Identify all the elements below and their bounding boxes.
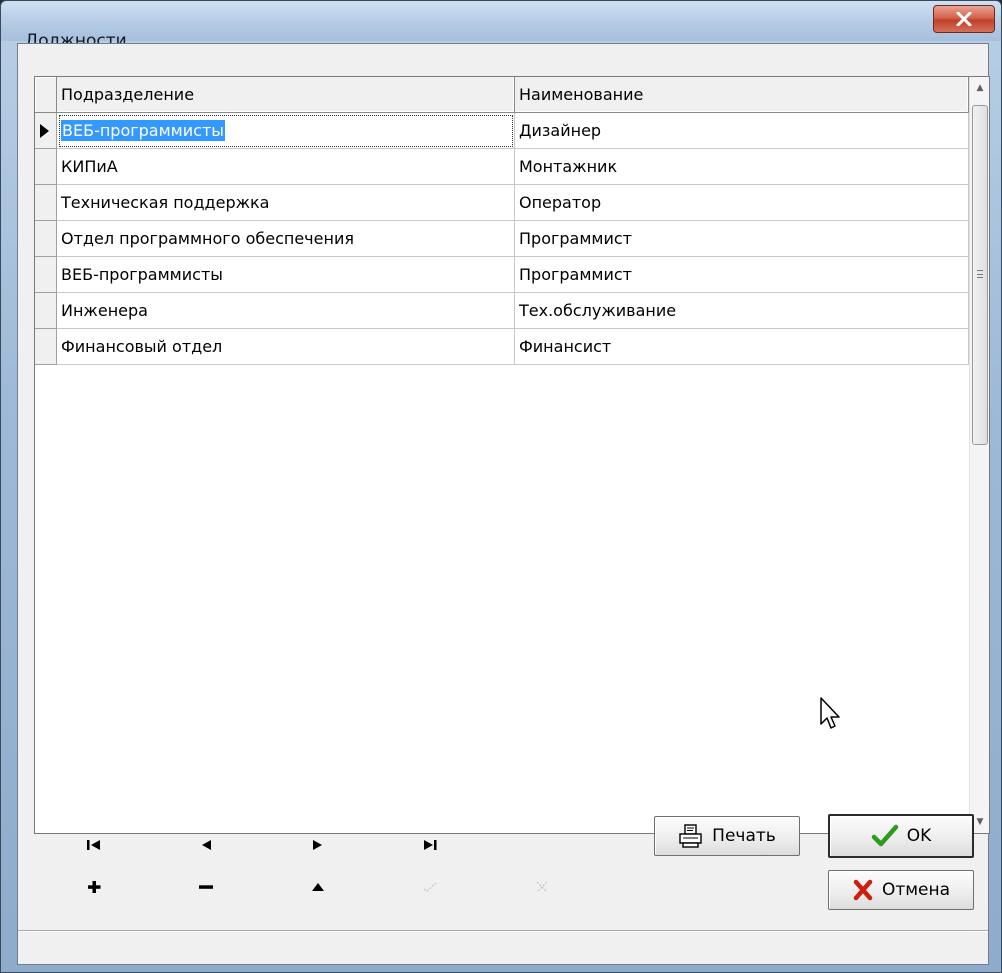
row-indicator-cell[interactable]	[35, 221, 57, 257]
minus-icon	[199, 885, 213, 889]
table-row[interactable]: ВЕБ-программисты Программист	[35, 257, 969, 293]
cell-department[interactable]: ВЕБ-программисты	[57, 257, 515, 293]
nav-insert-button[interactable]	[74, 872, 114, 902]
cell-name-text: Монтажник	[519, 157, 618, 176]
x-icon	[536, 881, 548, 893]
grid-table: Подразделение Наименование ВЕБ-программи…	[35, 77, 969, 365]
cell-name-text: Финансист	[519, 337, 612, 356]
column-header-name[interactable]: Наименование	[515, 77, 969, 113]
table-row[interactable]: Инженера Тех.обслуживание	[35, 293, 969, 329]
row-indicator-cell[interactable]	[35, 293, 57, 329]
nav-next-button[interactable]	[298, 830, 338, 860]
cell-department[interactable]: Инженера	[57, 293, 515, 329]
table-row[interactable]: КИПиА Монтажник	[35, 149, 969, 185]
nav-cancel-button[interactable]	[522, 872, 562, 902]
cell-department-text: Отдел программного обеспечения	[61, 229, 354, 248]
cell-name[interactable]: Программист	[515, 257, 969, 293]
title-bar[interactable]: Должности	[1, 1, 1001, 51]
ok-button-label: OK	[906, 826, 932, 846]
row-indicator-cell[interactable]	[35, 113, 57, 149]
cell-department[interactable]: Финансовый отдел	[57, 329, 515, 365]
nav-first-button[interactable]	[74, 830, 114, 860]
grip-icon	[977, 270, 983, 278]
column-header-department[interactable]: Подразделение	[57, 77, 515, 113]
current-row-pointer-icon	[40, 124, 49, 138]
triangle-right-icon	[313, 840, 322, 850]
skip-last-icon	[424, 840, 437, 850]
vertical-scrollbar[interactable]: ▲ ▼	[969, 77, 989, 833]
table-row[interactable]: Финансовый отдел Финансист	[35, 329, 969, 365]
cancel-button[interactable]: Отмена	[828, 870, 974, 910]
printer-icon	[679, 824, 702, 848]
scroll-thumb[interactable]	[972, 105, 988, 445]
check-icon	[423, 882, 437, 892]
row-indicator-cell[interactable]	[35, 257, 57, 293]
x-icon	[853, 879, 873, 901]
nav-prior-button[interactable]	[186, 830, 226, 860]
row-indicator-cell[interactable]	[35, 185, 57, 221]
close-button[interactable]	[933, 5, 995, 33]
scroll-up-arrow[interactable]: ▲	[970, 77, 989, 99]
grid-header-row: Подразделение Наименование	[35, 77, 969, 113]
cell-name-text: Оператор	[519, 193, 602, 212]
print-button-label: Печать	[712, 826, 776, 846]
print-button[interactable]: Печать	[654, 816, 800, 856]
nav-post-button[interactable]	[410, 872, 450, 902]
cell-department-text: Инженера	[61, 301, 148, 320]
row-indicator-cell[interactable]	[35, 149, 57, 185]
cell-name[interactable]: Оператор	[515, 185, 969, 221]
nav-edit-button[interactable]	[298, 872, 338, 902]
cell-department-text: Техническая поддержка	[61, 193, 270, 212]
cell-name[interactable]: Монтажник	[515, 149, 969, 185]
table-row[interactable]: ВЕБ-программисты Дизайнер	[35, 113, 969, 149]
check-icon	[871, 824, 898, 847]
cell-name[interactable]: Финансист	[515, 329, 969, 365]
cell-department-text: Финансовый отдел	[61, 337, 223, 356]
skip-first-icon	[87, 840, 100, 850]
close-icon	[956, 12, 972, 26]
cell-name-text: Программист	[519, 229, 632, 248]
cell-department-text: КИПиА	[61, 157, 118, 176]
triangle-left-icon	[202, 840, 211, 850]
table-row[interactable]: Техническая поддержка Оператор	[35, 185, 969, 221]
cell-department-text: ВЕБ-программисты	[61, 120, 225, 141]
cell-name[interactable]: Дизайнер	[515, 113, 969, 149]
triangle-up-icon	[312, 883, 324, 891]
table-row[interactable]: Отдел программного обеспечения Программис…	[35, 221, 969, 257]
client-area: Подразделение Наименование ВЕБ-программи…	[17, 43, 990, 965]
plus-icon	[88, 881, 101, 893]
nav-last-button[interactable]	[410, 830, 450, 860]
header-indicator-cell	[35, 77, 57, 113]
cancel-button-label: Отмена	[881, 880, 951, 900]
data-grid[interactable]: Подразделение Наименование ВЕБ-программи…	[34, 76, 990, 834]
status-bar	[18, 930, 988, 964]
cell-name[interactable]: Программист	[515, 221, 969, 257]
nav-delete-button[interactable]	[186, 872, 226, 902]
cell-department[interactable]: Отдел программного обеспечения	[57, 221, 515, 257]
cell-department[interactable]: Техническая поддержка	[57, 185, 515, 221]
dialog-window: Должности Подразделение Наименование ВЕБ…	[0, 0, 1002, 973]
cell-department-text: ВЕБ-программисты	[61, 265, 223, 284]
cell-name-text: Дизайнер	[519, 121, 602, 140]
cell-name-text: Тех.обслуживание	[519, 301, 677, 320]
cell-department[interactable]: ВЕБ-программисты	[57, 113, 515, 149]
cell-name[interactable]: Тех.обслуживание	[515, 293, 969, 329]
row-indicator-cell[interactable]	[35, 329, 57, 365]
ok-button[interactable]: OK	[828, 814, 974, 858]
cell-name-text: Программист	[519, 265, 632, 284]
mouse-cursor-icon	[820, 697, 840, 729]
cell-department[interactable]: КИПиА	[57, 149, 515, 185]
